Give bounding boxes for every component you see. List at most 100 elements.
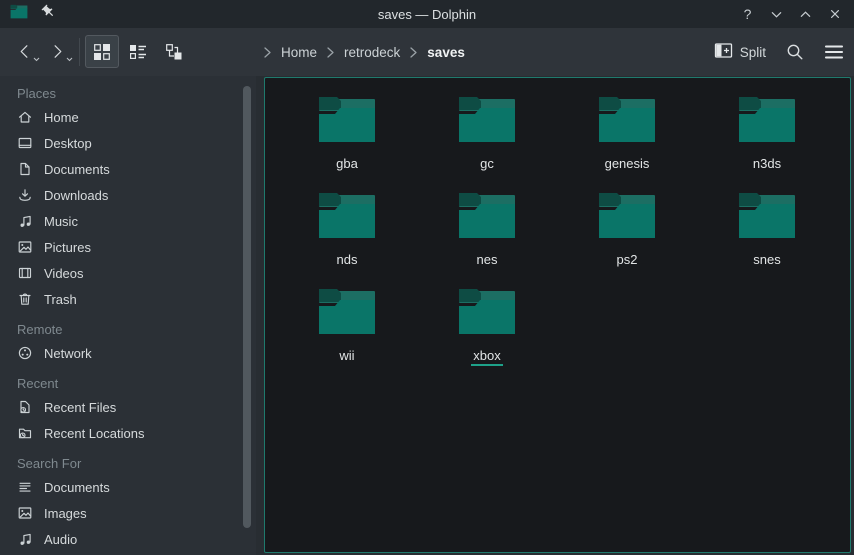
breadcrumb-item-saves[interactable]: saves	[427, 45, 465, 60]
folder-icon	[457, 286, 517, 336]
desktop-icon	[17, 135, 33, 151]
folder-icon	[317, 286, 377, 336]
back-button[interactable]	[8, 35, 41, 68]
sidebar-item-label: Images	[44, 506, 87, 521]
folder-wii[interactable]: wii	[277, 286, 417, 382]
sidebar-item-label: Music	[44, 214, 78, 229]
sidebar-item-label: Audio	[44, 532, 77, 547]
folder-nes[interactable]: nes	[417, 190, 557, 286]
sidebar-item-home[interactable]: Home	[0, 104, 256, 130]
sidebar-item-label: Videos	[44, 266, 84, 281]
breadcrumb-chevron-icon	[409, 46, 418, 59]
sidebar-item-label: Home	[44, 110, 79, 125]
recent-locations-icon	[17, 425, 33, 441]
folder-grid: gba gc genesis n3ds nds nes ps2 snes wii xbox	[265, 78, 850, 382]
audio-icon	[17, 531, 33, 547]
folder-view[interactable]: gba gc genesis n3ds nds nes ps2 snes wii xbox	[264, 77, 851, 553]
folder-gc[interactable]: gc	[417, 94, 557, 190]
folder-n3ds[interactable]: n3ds	[697, 94, 837, 190]
sidebar-item-audio[interactable]: Audio	[0, 526, 256, 552]
trash-icon	[17, 291, 33, 307]
sidebar-item-desktop[interactable]: Desktop	[0, 130, 256, 156]
sidebar-item-label: Documents	[44, 480, 110, 495]
folder-label: gc	[478, 156, 496, 174]
sidebar-item-documents[interactable]: Documents	[0, 474, 256, 500]
folder-snes[interactable]: snes	[697, 190, 837, 286]
back-history-caret[interactable]	[33, 49, 40, 67]
folder-label: nes	[475, 252, 500, 270]
home-icon	[17, 109, 33, 125]
breadcrumb-item-retrodeck[interactable]: retrodeck	[344, 45, 400, 60]
sidebar-item-videos[interactable]: Videos	[0, 260, 256, 286]
sidebar-item-downloads[interactable]: Downloads	[0, 182, 256, 208]
sidebar-item-images[interactable]: Images	[0, 500, 256, 526]
sidebar-section-title: Places	[0, 82, 256, 104]
split-icon	[714, 42, 733, 62]
folder-icon	[597, 190, 657, 240]
sidebar-item-label: Desktop	[44, 136, 92, 151]
places-panel: Places Home Desktop Documents Downloads Music…	[0, 76, 256, 555]
folder-label: xbox	[471, 348, 502, 366]
forward-history-caret[interactable]	[66, 49, 73, 67]
sidebar-item-label: Documents	[44, 162, 110, 177]
tree-view-button[interactable]	[157, 35, 191, 68]
minimize-button[interactable]	[767, 5, 786, 24]
help-button[interactable]: ?	[738, 5, 757, 24]
sidebar-scrollbar[interactable]	[243, 86, 251, 528]
split-button[interactable]: Split	[714, 42, 766, 62]
folder-label: nds	[335, 252, 360, 270]
sidebar-item-recent-locations[interactable]: Recent Locations	[0, 420, 256, 446]
sidebar-item-recent-files[interactable]: Recent Files	[0, 394, 256, 420]
window-body: Places Home Desktop Documents Downloads Music…	[0, 76, 854, 555]
videos-icon	[17, 265, 33, 281]
folder-label: wii	[337, 348, 356, 366]
folder-icon	[317, 94, 377, 144]
titlebar: saves — Dolphin ?	[0, 0, 854, 28]
icons-view-button[interactable]	[85, 35, 119, 68]
details-view-button[interactable]	[121, 35, 155, 68]
sidebar-item-label: Pictures	[44, 240, 91, 255]
toolbar: Home retrodeck saves Split	[0, 28, 854, 76]
folder-gba[interactable]: gba	[277, 94, 417, 190]
sidebar-item-network[interactable]: Network	[0, 340, 256, 366]
close-button[interactable]	[825, 5, 844, 24]
dolphin-window: saves — Dolphin ?	[0, 0, 854, 555]
folder-label: snes	[751, 252, 782, 270]
downloads-icon	[17, 187, 33, 203]
sidebar-item-label: Recent Locations	[44, 426, 144, 441]
documents-icon	[17, 161, 33, 177]
network-icon	[17, 345, 33, 361]
window-folder-icon	[10, 4, 28, 24]
folder-nds[interactable]: nds	[277, 190, 417, 286]
folder-icon	[457, 94, 517, 144]
folder-icon	[317, 190, 377, 240]
sidebar-item-label: Network	[44, 346, 92, 361]
forward-button[interactable]	[41, 35, 74, 68]
toolbar-separator	[79, 38, 80, 66]
sidebar-item-trash[interactable]: Trash	[0, 286, 256, 312]
folder-xbox[interactable]: xbox	[417, 286, 557, 382]
folder-icon	[737, 94, 797, 144]
sidebar-item-label: Downloads	[44, 188, 108, 203]
folder-icon	[457, 190, 517, 240]
text-lines-icon	[17, 479, 33, 495]
breadcrumb-item-home[interactable]: Home	[281, 45, 317, 60]
image-icon	[17, 505, 33, 521]
folder-ps2[interactable]: ps2	[557, 190, 697, 286]
sidebar-item-label: Trash	[44, 292, 77, 307]
search-button[interactable]	[785, 42, 805, 62]
breadcrumb: Home retrodeck saves	[263, 28, 465, 76]
sidebar-item-documents[interactable]: Documents	[0, 156, 256, 182]
pin-icon[interactable]	[41, 4, 56, 24]
sidebar-item-music[interactable]: Music	[0, 208, 256, 234]
sidebar-section-title: Recent	[0, 372, 256, 394]
music-icon	[17, 213, 33, 229]
folder-label: gba	[334, 156, 360, 174]
folder-label: n3ds	[751, 156, 783, 174]
folder-icon	[737, 190, 797, 240]
menu-button[interactable]	[824, 44, 844, 60]
folder-genesis[interactable]: genesis	[557, 94, 697, 190]
maximize-button[interactable]	[796, 5, 815, 24]
folder-icon	[597, 94, 657, 144]
sidebar-item-pictures[interactable]: Pictures	[0, 234, 256, 260]
